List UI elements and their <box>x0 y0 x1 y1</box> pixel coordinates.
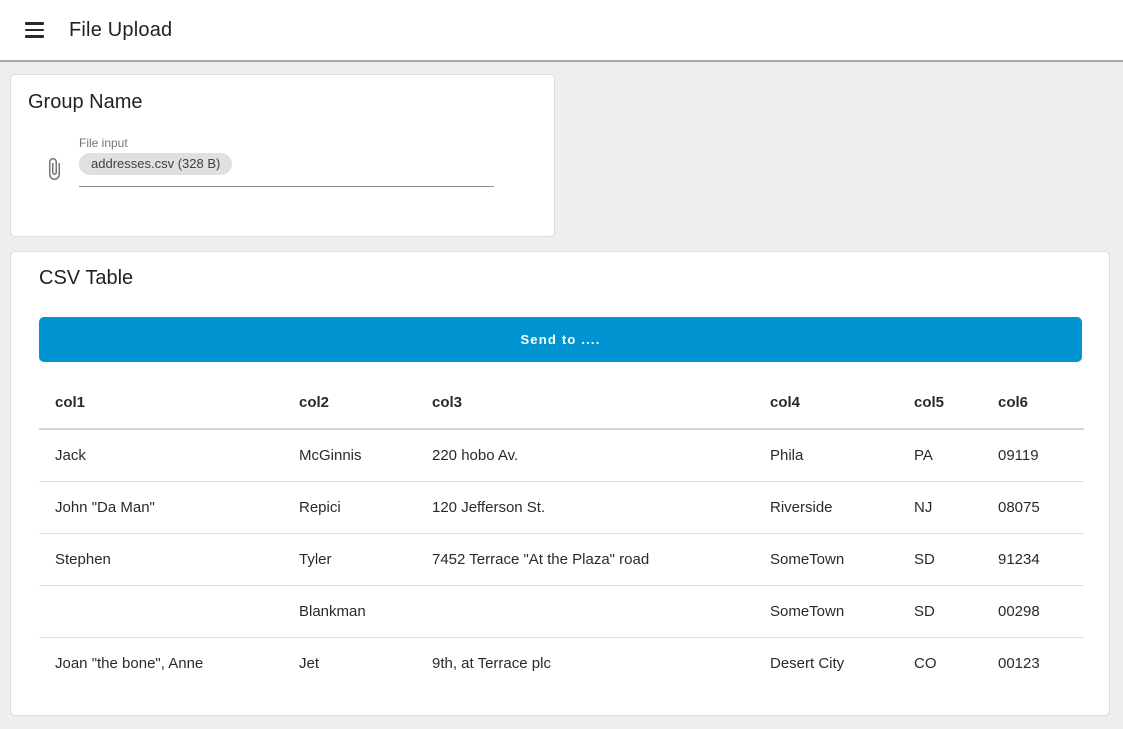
table-cell: Jet <box>283 637 416 689</box>
table-cell: 00123 <box>982 637 1084 689</box>
table-cell <box>39 585 283 637</box>
column-header: col1 <box>39 376 283 429</box>
menu-icon <box>25 22 44 25</box>
app-title: File Upload <box>69 19 172 42</box>
table-cell: Stephen <box>39 533 283 585</box>
table-cell: Desert City <box>754 637 898 689</box>
table-cell: SomeTown <box>754 585 898 637</box>
table-cell: 7452 Terrace "At the Plaza" road <box>416 533 754 585</box>
table-row: Stephen Tyler 7452 Terrace "At the Plaza… <box>39 533 1084 585</box>
table-cell: Blankman <box>283 585 416 637</box>
table-cell: 220 hobo Av. <box>416 429 754 481</box>
table-cell: SD <box>898 585 982 637</box>
table-cell: Phila <box>754 429 898 481</box>
hamburger-menu-button[interactable] <box>16 12 52 48</box>
table-header-row: col1 col2 col3 col4 col5 col6 <box>39 376 1084 429</box>
table-cell: 09119 <box>982 429 1084 481</box>
csv-table: col1 col2 col3 col4 col5 col6 Jack McGin… <box>39 376 1084 689</box>
table-cell: PA <box>898 429 982 481</box>
file-input-label: File input <box>79 136 494 150</box>
table-cell: 91234 <box>982 533 1084 585</box>
group-name-card: Group Name File input addresses.csv (328… <box>10 74 555 237</box>
file-input-field[interactable]: File input addresses.csv (328 B) <box>79 136 494 187</box>
table-row: Joan "the bone", Anne Jet 9th, at Terrac… <box>39 637 1084 689</box>
table-cell: 120 Jefferson St. <box>416 481 754 533</box>
csv-table-card: CSV Table Send to .... col1 col2 col3 co… <box>10 251 1110 716</box>
table-cell: Jack <box>39 429 283 481</box>
table-cell: McGinnis <box>283 429 416 481</box>
column-header: col2 <box>283 376 416 429</box>
file-input[interactable]: File input addresses.csv (328 B) <box>42 136 538 187</box>
column-header: col5 <box>898 376 982 429</box>
table-cell: SD <box>898 533 982 585</box>
table-cell: Repici <box>283 481 416 533</box>
table-cell: 08075 <box>982 481 1084 533</box>
column-header: col3 <box>416 376 754 429</box>
group-name-card-title: Group Name <box>28 91 538 114</box>
table-cell: 00298 <box>982 585 1084 637</box>
csv-table-title: CSV Table <box>39 267 1082 290</box>
table-cell: Tyler <box>283 533 416 585</box>
table-cell: CO <box>898 637 982 689</box>
table-cell: NJ <box>898 481 982 533</box>
send-button[interactable]: Send to .... <box>39 317 1082 362</box>
table-row: John "Da Man" Repici 120 Jefferson St. R… <box>39 481 1084 533</box>
table-row: Blankman SomeTown SD 00298 <box>39 585 1084 637</box>
table-cell: SomeTown <box>754 533 898 585</box>
page-content: Group Name File input addresses.csv (328… <box>0 62 1123 727</box>
paperclip-icon[interactable] <box>42 153 66 185</box>
table-cell: Joan "the bone", Anne <box>39 637 283 689</box>
file-chip[interactable]: addresses.csv (328 B) <box>79 153 232 175</box>
table-cell: John "Da Man" <box>39 481 283 533</box>
column-header: col4 <box>754 376 898 429</box>
table-row: Jack McGinnis 220 hobo Av. Phila PA 0911… <box>39 429 1084 481</box>
column-header: col6 <box>982 376 1084 429</box>
app-bar: File Upload <box>0 0 1123 62</box>
table-cell: 9th, at Terrace plc <box>416 637 754 689</box>
table-cell: Riverside <box>754 481 898 533</box>
table-cell <box>416 585 754 637</box>
